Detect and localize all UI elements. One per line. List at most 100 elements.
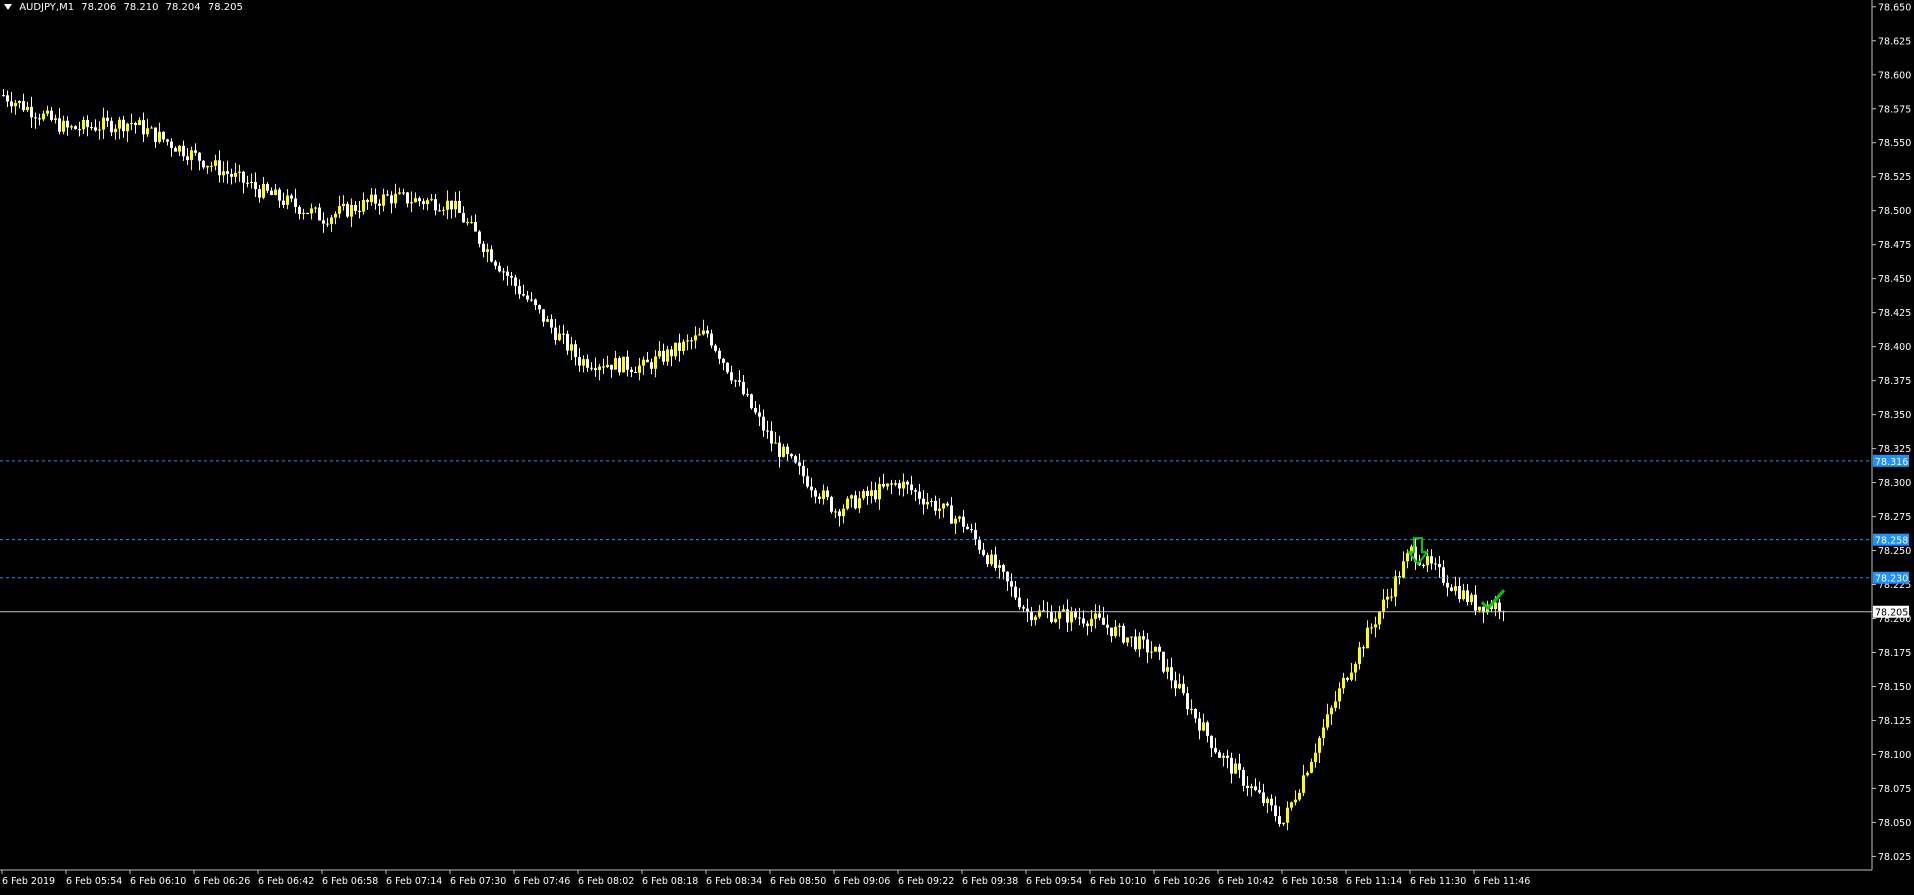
candle-body: [262, 184, 265, 198]
candle-body: [706, 330, 709, 334]
candle-body: [794, 456, 797, 463]
candle-body: [346, 203, 349, 217]
candle-body: [358, 210, 361, 212]
candle-body: [270, 190, 273, 195]
level-label: 78.205: [1875, 608, 1908, 619]
candle-body: [878, 484, 881, 500]
candle-body: [882, 484, 885, 487]
candle-body: [274, 189, 277, 195]
candle-body: [1162, 651, 1165, 672]
candle-body: [822, 490, 825, 499]
candle-body: [1134, 636, 1137, 650]
candle-body: [414, 198, 417, 203]
candle-body: [62, 120, 65, 132]
level-label: 78.230: [1875, 574, 1908, 585]
candle-body: [1426, 556, 1429, 566]
candle-body: [1434, 563, 1437, 565]
candle-body: [122, 119, 125, 132]
candle-body: [950, 505, 953, 524]
candle-body: [34, 117, 37, 119]
candle-body: [534, 299, 537, 306]
candle-body: [234, 172, 237, 177]
x-tick-label: 6 Feb 10:10: [1090, 876, 1146, 887]
candle-body: [890, 483, 893, 485]
candle-body: [374, 194, 377, 204]
candle-body: [934, 500, 937, 511]
candle-body: [942, 503, 945, 509]
candle-body: [1346, 677, 1349, 680]
y-tick-label: 78.550: [1878, 138, 1911, 149]
candle-body: [6, 95, 9, 102]
candle-body: [518, 286, 521, 295]
candle-body: [1170, 667, 1173, 681]
x-tick-label: 6 Feb 11:46: [1474, 876, 1530, 887]
candle-body: [1314, 752, 1317, 763]
candle-body: [1454, 586, 1457, 591]
price-chart[interactable]: 78.650 78.625 78.600 78.575 78.550 78.525 78.5…: [0, 0, 1914, 895]
candle-body: [1478, 606, 1481, 611]
candle-body: [1050, 611, 1053, 622]
candle-body: [538, 305, 541, 310]
candle-body: [1090, 618, 1093, 626]
candle-body: [1378, 611, 1381, 625]
candle-body: [362, 200, 365, 212]
candle-body: [1186, 693, 1189, 710]
candle-body: [682, 341, 685, 351]
candle-body: [702, 330, 705, 335]
candle-body: [150, 127, 153, 129]
candle-body: [966, 526, 969, 530]
candle-body: [482, 243, 485, 252]
candle-body: [402, 192, 405, 194]
candle-body: [18, 101, 21, 103]
candle-body: [326, 223, 329, 225]
candle-body: [1086, 623, 1089, 626]
candle-body: [1330, 707, 1333, 715]
x-tick-label: 6 Feb 09:54: [1026, 876, 1082, 887]
candle-body: [1474, 594, 1477, 611]
candle-body: [566, 333, 569, 351]
candle-body: [1102, 617, 1105, 625]
candle-body: [542, 309, 545, 322]
candle-body: [434, 199, 437, 211]
candle-body: [462, 212, 465, 223]
candle-body: [298, 206, 301, 215]
candle-body: [1242, 769, 1245, 786]
y-tick-label: 78.575: [1878, 104, 1911, 115]
y-tick-label: 78.175: [1878, 648, 1911, 659]
candle-body: [1174, 680, 1177, 689]
candle-body: [1138, 636, 1141, 650]
candle-body: [690, 340, 693, 342]
candle-body: [850, 495, 853, 499]
candle-body: [422, 201, 425, 205]
candle-body: [106, 117, 109, 121]
candle-body: [922, 498, 925, 505]
candle-body: [1366, 627, 1369, 649]
y-tick-label: 78.625: [1878, 36, 1911, 47]
candle-body: [1230, 757, 1233, 774]
candle-body: [1354, 663, 1357, 673]
candle-body: [370, 194, 373, 203]
candle-body: [1222, 755, 1225, 758]
candle-body: [506, 271, 509, 276]
candle-body: [990, 554, 993, 565]
candle-body: [418, 198, 421, 202]
x-tick-label: 6 Feb 10:58: [1282, 876, 1338, 887]
candle-body: [1106, 624, 1109, 628]
candle-body: [530, 299, 533, 301]
candle-body: [1166, 667, 1169, 672]
candle-body: [126, 123, 129, 132]
candle-body: [1286, 807, 1289, 823]
candle-body: [322, 220, 325, 224]
x-tick-label: 6 Feb 06:10: [130, 876, 186, 887]
candle-body: [166, 139, 169, 142]
candle-body: [1322, 727, 1325, 739]
candle-body: [38, 118, 41, 120]
candle-body: [66, 120, 69, 128]
candle-body: [766, 430, 769, 432]
candle-body: [502, 271, 505, 273]
candle-body: [1326, 714, 1329, 728]
candle-body: [1382, 599, 1385, 612]
candle-body: [1334, 701, 1337, 708]
candle-body: [1178, 683, 1181, 689]
candle-body: [1430, 556, 1433, 564]
